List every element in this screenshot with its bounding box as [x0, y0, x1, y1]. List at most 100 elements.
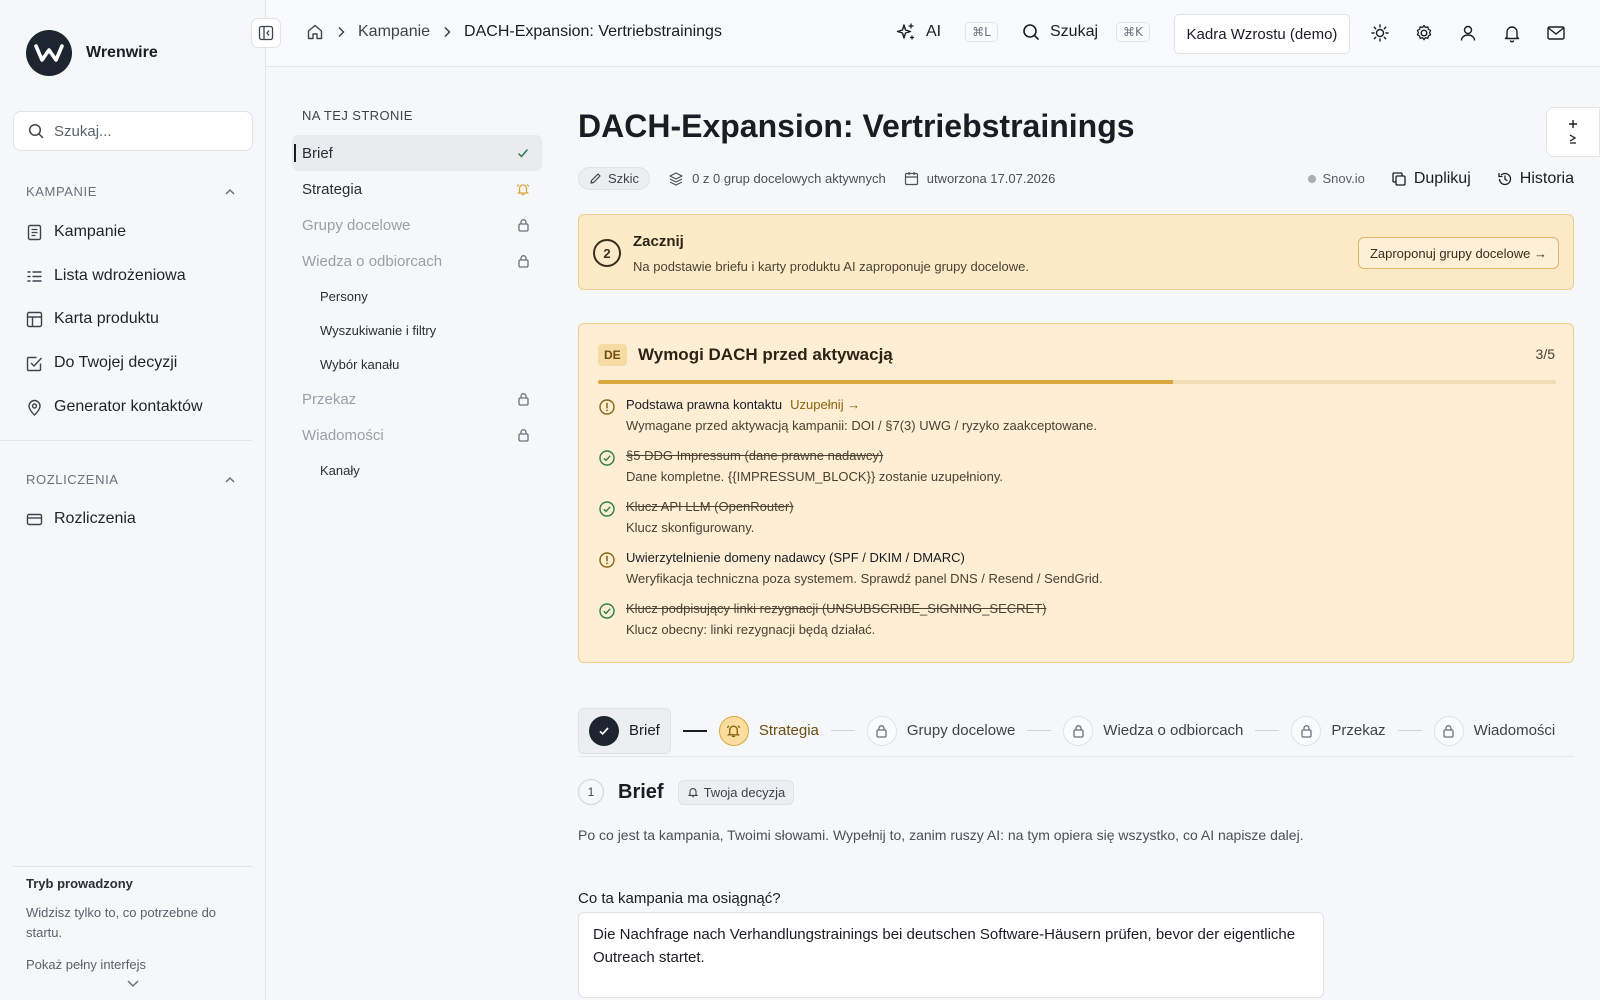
mail-icon[interactable] — [1546, 23, 1566, 43]
requirement-desc: Klucz obecny: linki rezygnacji będą dzia… — [626, 622, 876, 637]
requirement-body: Uwierzytelnienie domeny nadawcy (SPF / D… — [626, 550, 1103, 601]
brief-header: 1 Brief Twoja decyzja — [578, 779, 795, 805]
duplicate-label: Duplikuj — [1413, 169, 1471, 187]
chevron-up-icon — [224, 474, 236, 486]
onpage-sub-wyszukiwanie[interactable]: Wyszukiwanie i filtry — [292, 313, 542, 347]
onpage-label: Grupy docelowe — [302, 216, 411, 234]
groups-active-label: 0 z 0 grup docelowych aktywnych — [692, 171, 886, 186]
sparkle-icon — [1568, 119, 1578, 129]
sidebar-item-do-twojej-decyzji[interactable]: Do Twojej decyzji — [26, 354, 177, 372]
goal-question-label: Co ta kampania ma osiągnąć? — [578, 890, 781, 907]
user-icon[interactable] — [1458, 23, 1478, 43]
campaign-meta: Szkic 0 z 0 grup docelowych aktywnych ut… — [578, 167, 1574, 190]
onpage-item-wiadomosci[interactable]: Wiadomości — [292, 417, 542, 453]
sidebar-item-label: Generator kontaktów — [54, 398, 203, 415]
sidebar-item-kampanie[interactable]: Kampanie — [26, 223, 126, 241]
step-label: Brief — [629, 722, 660, 739]
chevron-up-icon — [224, 186, 236, 198]
sidebar-item-label: Rozliczenia — [54, 510, 136, 527]
onpage-item-brief[interactable]: Brief — [292, 135, 542, 171]
onpage-item-grupy-docelowe[interactable]: Grupy docelowe — [292, 207, 542, 243]
step-connector — [1255, 730, 1280, 731]
floating-ai-panel-button[interactable] — [1546, 107, 1600, 157]
chevrons-icon — [1567, 133, 1579, 145]
requirement-title-text: Uwierzytelnienie domeny nadawcy (SPF / D… — [626, 550, 965, 565]
onpage-sub-kanaly[interactable]: Kanały — [292, 453, 542, 487]
requirement-title: Klucz API LLM (OpenRouter) — [626, 499, 794, 514]
section-kampanie[interactable]: KAMPANIE — [26, 184, 236, 199]
status-label: Szkic — [608, 171, 640, 186]
bell-ring-icon — [687, 786, 699, 798]
sidebar-item-label: Lista wdrożeniowa — [54, 267, 186, 284]
sidebar-item-lista-wdrozeniowa[interactable]: Lista wdrożeniowa — [26, 267, 186, 285]
chevron-right-icon — [336, 26, 346, 38]
home-icon[interactable] — [306, 23, 324, 41]
credit-card-icon — [26, 511, 43, 528]
requirement-title: Klucz podpisujący linki rezygnacji (UNSU… — [626, 601, 1046, 616]
breadcrumb-kampanie[interactable]: Kampanie — [358, 23, 430, 41]
sun-icon[interactable] — [1370, 23, 1390, 43]
fix-link[interactable]: Uzupełnij → — [790, 397, 860, 412]
layout-icon — [26, 311, 43, 328]
step-connector — [1397, 730, 1422, 731]
sidebar-item-generator-kontaktow[interactable]: Generator kontaktów — [26, 398, 203, 416]
ai-button[interactable]: AI ⌘L — [896, 22, 998, 42]
list-doc-icon — [26, 224, 43, 241]
brief-description: Po co jest ta kampania, Twoimi słowami. … — [578, 827, 1304, 843]
onpage-item-przekaz[interactable]: Przekaz — [292, 381, 542, 417]
search-button[interactable]: Szukaj ⌘K — [1022, 22, 1150, 42]
campaign-stepper: Brief Strategia Grupy docelowe Wiedza o odb… — [578, 705, 1574, 757]
wrenwire-logo — [26, 30, 72, 76]
sidebar-item-rozliczenia[interactable]: Rozliczenia — [26, 510, 136, 528]
onpage-item-wiedza[interactable]: Wiedza o odbiorcach — [292, 243, 542, 279]
show-full-interface-link[interactable]: Pokaż pełny interfejs — [26, 957, 246, 972]
provider-status-dot — [1308, 174, 1317, 183]
sidebar-collapse-button[interactable] — [251, 18, 281, 48]
step-wiadomości[interactable]: Wiadomości — [1433, 715, 1556, 746]
brief-number: 1 — [578, 779, 604, 805]
campaign-actions: Snov.io Duplikuj Historia — [1308, 170, 1574, 188]
panel-collapse-icon — [258, 25, 274, 41]
layers-icon — [668, 171, 684, 187]
step-brief[interactable]: Brief — [578, 707, 671, 754]
chevron-down-icon[interactable] — [126, 978, 246, 988]
lock-icon — [517, 254, 530, 268]
search-label: Szukaj — [1050, 23, 1099, 40]
section-rozliczenia[interactable]: ROZLICZENIA — [26, 472, 236, 487]
copy-icon — [1391, 171, 1407, 187]
requirement-title: Uwierzytelnienie domeny nadawcy (SPF / D… — [626, 550, 1103, 565]
propose-groups-button[interactable]: Zaproponuj grupy docelowe → — [1357, 237, 1559, 269]
section-title: KAMPANIE — [26, 184, 98, 199]
duplicate-button[interactable]: Duplikuj — [1391, 170, 1471, 188]
requirement-title-text: Klucz API LLM (OpenRouter) — [626, 499, 794, 514]
bell-icon[interactable] — [1502, 23, 1522, 43]
sidebar-item-karta-produktu[interactable]: Karta produktu — [26, 310, 159, 328]
check-circle-icon — [598, 500, 616, 550]
requirement-title-text: Klucz podpisujący linki rezygnacji (UNSU… — [626, 601, 1047, 616]
step-strategia[interactable]: Strategia — [718, 715, 819, 746]
breadcrumb: Kampanie DACH-Expansion: Vertriebstraini… — [306, 23, 722, 41]
step-przekaz[interactable]: Przekaz — [1291, 715, 1386, 746]
step-grupy-docelowe[interactable]: Grupy docelowe — [866, 715, 1015, 746]
chevron-right-icon — [442, 26, 452, 38]
ai-shortcut: ⌘L — [965, 22, 998, 42]
onpage-sub-persony[interactable]: Persony — [292, 279, 542, 313]
bell-ring-icon — [718, 715, 749, 746]
lock-icon — [1063, 715, 1094, 746]
step-label: Wiadomości — [1473, 722, 1556, 739]
goal-answer-field[interactable]: Die Nachfrage nach Verhandlungstrainings… — [578, 912, 1324, 998]
workspace-switcher[interactable]: Kadra Wzrostu (demo) — [1174, 14, 1350, 54]
step-label: Przekaz — [1331, 722, 1386, 739]
created-date: utworzona 17.07.2026 — [904, 171, 1055, 186]
sidebar-search-input[interactable] — [54, 122, 234, 140]
history-button[interactable]: Historia — [1497, 170, 1574, 188]
requirement-row: Podstawa prawna kontaktu Uzupełnij → Wymag… — [598, 397, 1548, 448]
onpage-sub-wybor-kanalu[interactable]: Wybór kanału — [292, 347, 542, 381]
gear-icon[interactable] — [1414, 23, 1434, 43]
onpage-item-strategia[interactable]: Strategia — [292, 171, 542, 207]
sidebar-search[interactable] — [13, 111, 253, 151]
brand[interactable]: Wrenwire — [26, 30, 158, 76]
step-wiedza-o-odbiorcach[interactable]: Wiedza o odbiorcach — [1063, 715, 1243, 746]
lock-icon — [517, 218, 530, 232]
lock-icon — [1433, 715, 1464, 746]
